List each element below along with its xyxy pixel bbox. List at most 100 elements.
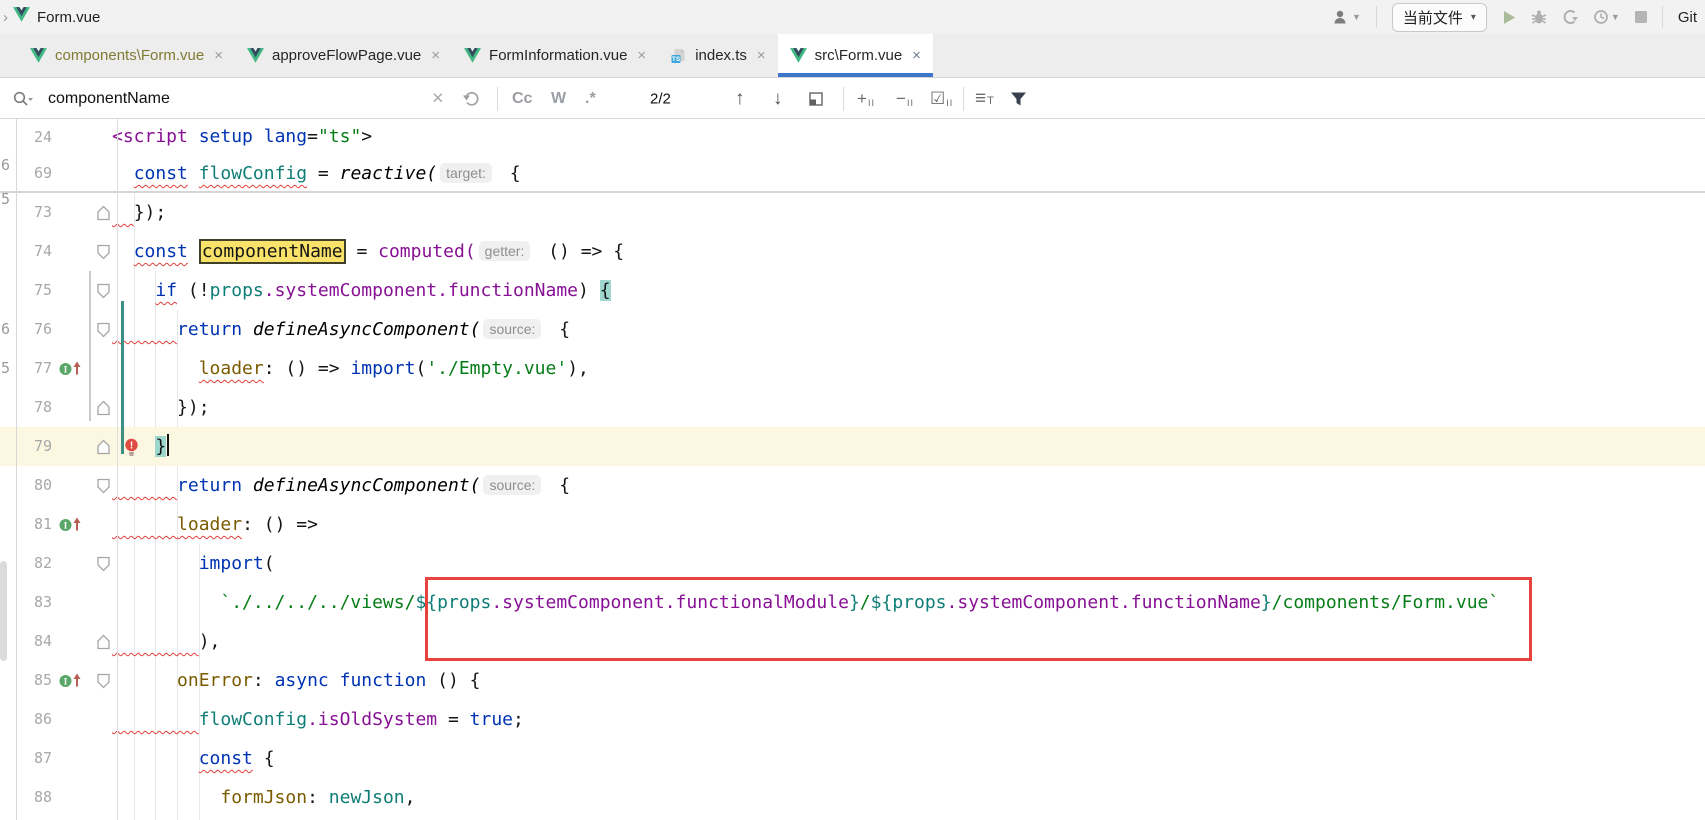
code-line-76[interactable]: 76 return defineAsyncComponent(source: { (0, 310, 1705, 349)
code-line-79[interactable]: 79! } (0, 427, 1705, 466)
match-case-toggle[interactable]: Cc (512, 90, 532, 108)
implementation-marker-icon[interactable]: I (58, 672, 85, 689)
clear-search-icon[interactable]: × (432, 87, 444, 110)
line-number[interactable]: 81 (0, 505, 52, 544)
code-text[interactable]: loader: () => import('./Empty.vue'), (112, 349, 589, 388)
debug-button[interactable] (1531, 9, 1547, 25)
line-number[interactable]: 84 (0, 622, 52, 661)
next-occurrence-button[interactable]: ↓ (773, 88, 783, 110)
code-text[interactable]: return defineAsyncComponent(source: { (112, 310, 570, 349)
code-text[interactable]: }); (112, 388, 210, 427)
line-number[interactable]: 74 (0, 232, 52, 271)
tab-close-icon[interactable]: × (214, 47, 223, 64)
typescript-file-icon: TS (670, 48, 687, 64)
run-configuration-dropdown[interactable]: 当前文件 ▾ (1392, 3, 1487, 32)
tab-approveflowpage.vue[interactable]: approveFlowPage.vue× (235, 34, 452, 77)
code-text[interactable]: ), (112, 622, 220, 661)
code-text[interactable]: const flowConfig = reactive(target: { (112, 155, 521, 192)
line-number[interactable]: 85 (0, 661, 52, 700)
git-menu[interactable]: Git (1678, 9, 1697, 26)
fold-up-icon[interactable] (97, 634, 110, 649)
line-number[interactable]: 75 (0, 271, 52, 310)
previous-occurrence-button[interactable]: ↑ (735, 88, 745, 110)
code-line-80[interactable]: 80 return defineAsyncComponent(source: { (0, 466, 1705, 505)
code-line-85[interactable]: 85 I onError: async function () { (0, 661, 1705, 700)
code-line-88[interactable]: 88 formJson: newJson, (0, 778, 1705, 817)
search-icon[interactable] (12, 90, 34, 108)
profile-button[interactable] (1562, 9, 1578, 25)
line-number[interactable]: 87 (0, 739, 52, 778)
fold-up-icon[interactable] (97, 205, 110, 220)
line-number[interactable]: 88 (0, 778, 52, 817)
fold-down-icon[interactable] (97, 322, 110, 337)
line-number[interactable]: 24 (0, 119, 52, 155)
filter-search-button[interactable] (1010, 91, 1027, 106)
code-line-86[interactable]: 86 flowConfig.isOldSystem = true; (0, 700, 1705, 739)
line-number[interactable]: 79 (0, 427, 52, 466)
search-input[interactable] (46, 89, 410, 109)
code-line-74[interactable]: 74 const componentName = computed(getter… (0, 232, 1705, 271)
code-text[interactable]: }); (112, 193, 166, 232)
code-text[interactable]: const componentName = computed(getter: (… (112, 232, 624, 271)
run-button[interactable] (1502, 10, 1516, 25)
code-line-24[interactable]: 24 <script setup lang="ts"> (0, 119, 1705, 155)
user-account-button[interactable]: ▼ (1332, 9, 1361, 25)
implementation-marker-icon[interactable]: I (58, 360, 85, 377)
line-number[interactable]: 83 (0, 583, 52, 622)
find-all-button[interactable] (808, 91, 824, 107)
fold-region-line (89, 271, 91, 421)
whole-words-toggle[interactable]: W (551, 90, 566, 108)
code-text[interactable]: flowConfig.isOldSystem = true; (112, 700, 524, 739)
tab-close-icon[interactable]: × (431, 47, 440, 64)
filter-lines-button[interactable]: ≡T (975, 88, 995, 110)
line-number[interactable]: 86 (0, 700, 52, 739)
annotation-red-box (425, 577, 1532, 661)
fold-down-icon[interactable] (97, 244, 110, 259)
code-line-75[interactable]: 75 if (!props.systemComponent.functionNa… (0, 271, 1705, 310)
code-text[interactable]: return defineAsyncComponent(source: { (112, 466, 570, 505)
tab-components-form.vue[interactable]: components\Form.vue× (18, 34, 235, 77)
stop-button[interactable] (1635, 11, 1647, 23)
implementation-marker-icon[interactable]: I (58, 516, 85, 533)
tab-close-icon[interactable]: × (912, 47, 921, 64)
code-text[interactable]: formJson: newJson, (112, 778, 415, 817)
code-editor[interactable]: 24 <script setup lang="ts">69 const flowC… (0, 119, 1705, 820)
fold-up-icon[interactable] (97, 400, 110, 415)
fold-down-icon[interactable] (97, 283, 110, 298)
select-all-occurrences-button[interactable]: ☑II (930, 89, 953, 109)
code-text[interactable]: const { (112, 739, 275, 778)
tab-close-icon[interactable]: × (637, 47, 646, 64)
code-line-81[interactable]: 81 I loader: () => (0, 505, 1705, 544)
fold-down-icon[interactable] (97, 556, 110, 571)
regex-toggle[interactable]: .* (585, 90, 596, 108)
code-text[interactable]: loader: () => (112, 505, 318, 544)
code-line-78[interactable]: 78 }); (0, 388, 1705, 427)
fold-down-icon[interactable] (97, 673, 110, 688)
user-icon (1332, 9, 1350, 25)
cropped-line-number: 6 (1, 320, 13, 338)
line-number[interactable]: 78 (0, 388, 52, 427)
search-history-icon[interactable] (462, 91, 480, 107)
tab-index.ts[interactable]: TSindex.ts× (658, 34, 777, 77)
fold-up-icon[interactable] (97, 439, 110, 454)
code-line-87[interactable]: 87 const { (0, 739, 1705, 778)
code-text[interactable]: import( (112, 544, 275, 583)
line-number[interactable]: 82 (0, 544, 52, 583)
tab-src-form.vue[interactable]: src\Form.vue× (778, 34, 933, 77)
window-title: Form.vue (37, 9, 100, 26)
code-line-77[interactable]: 77I loader: () => import('./Empty.vue'), (0, 349, 1705, 388)
code-text[interactable]: if (!props.systemComponent.functionName)… (112, 271, 611, 310)
code-line-69[interactable]: 69 const flowConfig = reactive(target: { (0, 155, 1705, 191)
tab-close-icon[interactable]: × (757, 47, 766, 64)
code-line-73[interactable]: 73 }); (0, 193, 1705, 232)
find-bar: × Cc W .* 2/2 ↑ ↓ +II −II ☑II ≡T (0, 79, 1705, 119)
fold-down-icon[interactable] (97, 478, 110, 493)
add-selection-button[interactable]: +II (857, 89, 875, 109)
cropped-scrollbar-thumb (0, 561, 7, 661)
run-with-coverage-button[interactable]: ▼ (1593, 9, 1620, 25)
code-text[interactable]: <script setup lang="ts"> (112, 119, 372, 155)
tab-forminformation.vue[interactable]: FormInformation.vue× (452, 34, 658, 77)
remove-selection-button[interactable]: −II (896, 89, 914, 109)
code-text[interactable]: onError: async function () { (112, 661, 481, 700)
line-number[interactable]: 80 (0, 466, 52, 505)
